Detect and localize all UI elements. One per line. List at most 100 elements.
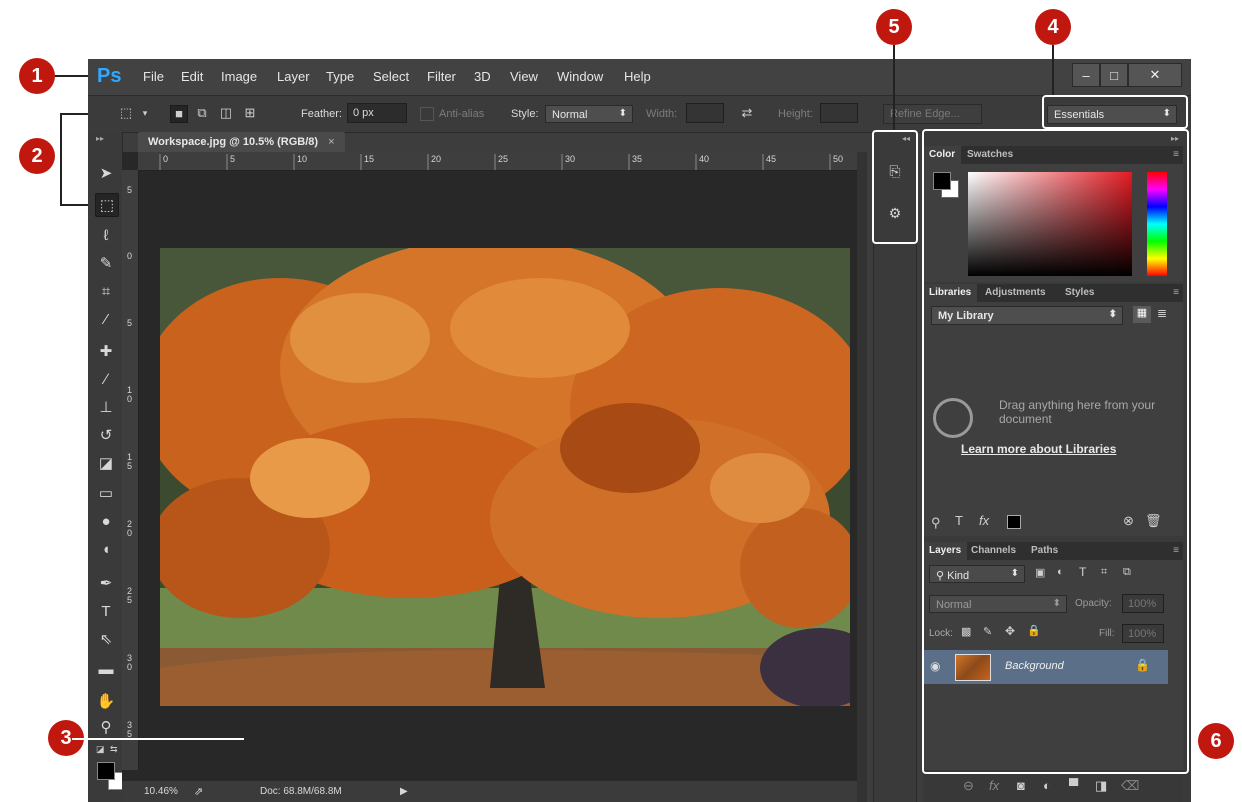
menu-help[interactable]: Help [624, 69, 651, 84]
photoshop-logo: Ps [97, 65, 122, 87]
menu-file[interactable]: File [143, 69, 164, 84]
marquee-icon[interactable]: ⬚ [95, 193, 119, 217]
tools-panel: ▸▸ ➤ ⬚ ℓ ✎ ⌗ ⁄ ✚ ∕ ⊥ ↺ ◪ ▭ ● ◖ ✒ T ⇖ ▬ ✋… [88, 132, 126, 802]
swap-icon[interactable]: ⇄ [739, 105, 755, 121]
eyedropper-icon[interactable]: ⁄ [95, 308, 117, 330]
ruler-label: 1 5 [127, 452, 133, 471]
lasso-icon[interactable]: ℓ [95, 224, 117, 246]
clone-stamp-icon[interactable]: ⊥ [95, 396, 117, 418]
style-select-value: Normal [552, 109, 588, 121]
subtract-from-selection-icon[interactable]: ◫ [218, 105, 234, 121]
refine-edge-button[interactable]: Refine Edge... [883, 104, 982, 124]
callout-2-bracket [60, 113, 62, 206]
canvas-image[interactable] [160, 248, 850, 706]
move-icon[interactable]: ➤ [95, 162, 117, 184]
callout-1-line [55, 75, 88, 77]
eraser-icon[interactable]: ◪ [95, 452, 117, 474]
menu-filter[interactable]: Filter [427, 69, 456, 84]
trash-icon[interactable]: ⌫ [1121, 778, 1139, 794]
callout-4-line [1052, 45, 1054, 95]
ruler-label: 5 [230, 154, 236, 164]
callout-2: 2 [19, 138, 55, 174]
ruler-label: 1 0 [127, 385, 133, 404]
quick-select-icon[interactable]: ✎ [95, 252, 117, 274]
dodge-icon[interactable]: ◖ [95, 538, 117, 560]
adjustment-layer-icon[interactable]: ◐ [1043, 778, 1051, 793]
ruler-label: 25 [498, 154, 509, 164]
layer-style-icon[interactable]: fx [989, 778, 999, 793]
chevron-down-icon[interactable]: ▾ [137, 105, 153, 121]
crop-icon[interactable]: ⌗ [95, 280, 117, 302]
hand-icon[interactable]: ✋ [95, 690, 117, 712]
callout-5: 5 [876, 9, 912, 45]
type-icon[interactable]: T [95, 600, 117, 622]
menu-edit[interactable]: Edit [181, 69, 203, 84]
ruler-label: 30 [565, 154, 576, 164]
vertical-ruler: 5 0 5 1 0 1 5 2 0 2 5 3 0 3 5 [122, 170, 139, 770]
ruler-label: 0 [163, 154, 169, 164]
ruler-label: 15 [364, 154, 375, 164]
close-button[interactable]: ✕ [1128, 63, 1182, 87]
ruler-label: 5 [127, 185, 133, 195]
width-input[interactable] [686, 103, 724, 123]
layer-mask-icon[interactable]: ◙ [1017, 778, 1025, 793]
document-tab[interactable]: Workspace.jpg @ 10.5% (RGB/8) × [138, 132, 345, 152]
menu-select[interactable]: Select [373, 69, 409, 84]
antialias-checkbox[interactable] [420, 107, 434, 121]
height-label: Height: [778, 108, 813, 120]
link-layers-icon[interactable]: ⊖ [963, 778, 974, 794]
zoom-level[interactable]: 10.46% [144, 786, 178, 797]
status-menu-arrow-icon[interactable]: ▶ [400, 786, 408, 797]
history-brush-icon[interactable]: ↺ [95, 424, 117, 446]
rectangle-icon[interactable]: ▬ [95, 658, 117, 680]
callout-4: 4 [1035, 9, 1071, 45]
brush-icon[interactable]: ∕ [95, 368, 117, 390]
minimize-button[interactable]: – [1072, 63, 1100, 87]
collapse-icon[interactable]: ▸▸ [96, 134, 104, 143]
close-tab-icon[interactable]: × [328, 136, 334, 148]
ruler-label: 2 0 [127, 519, 133, 538]
callout-1: 1 [19, 58, 55, 94]
document-title: Workspace.jpg @ 10.5% (RGB/8) [148, 136, 319, 148]
swap-colors-icon[interactable]: ⇆ [110, 744, 118, 755]
vertical-scrollbar[interactable] [857, 152, 867, 802]
new-layer-icon[interactable]: ◨ [1095, 778, 1107, 794]
callout-3-line [72, 738, 244, 740]
callout-2-bracket-top [60, 113, 88, 115]
menu-image[interactable]: Image [221, 69, 257, 84]
menu-layer[interactable]: Layer [277, 69, 310, 84]
menu-3d[interactable]: 3D [474, 69, 491, 84]
feather-label: Feather: [301, 108, 342, 120]
marquee-tool-preset-icon[interactable]: ⬚ [118, 105, 134, 121]
zoom-icon[interactable]: ⚲ [95, 716, 117, 738]
menu-view[interactable]: View [510, 69, 538, 84]
default-colors-icon[interactable]: ◪ [96, 744, 105, 755]
doc-size: Doc: 68.8M/68.8M [260, 786, 342, 797]
pen-icon[interactable]: ✒ [95, 572, 117, 594]
options-bar: ⬚ ▾ ■ ⧉ ◫ ⊞ Feather: 0 px Anti-alias Sty… [88, 95, 1191, 133]
width-label: Width: [646, 108, 678, 120]
antialias-label: Anti-alias [439, 108, 485, 120]
callout-4-box [1042, 95, 1188, 129]
style-select[interactable]: Normal ⬍ [545, 105, 633, 123]
ruler-label: 20 [431, 154, 442, 164]
menu-type[interactable]: Type [326, 69, 354, 84]
menu-window[interactable]: Window [557, 69, 603, 84]
callout-5-line [893, 45, 895, 130]
new-selection-icon[interactable]: ■ [170, 105, 188, 123]
feather-input[interactable]: 0 px [347, 103, 407, 123]
foreground-color-swatch[interactable] [97, 762, 115, 780]
add-to-selection-icon[interactable]: ⧉ [194, 105, 210, 121]
ruler-label: 35 [632, 154, 643, 164]
autumn-tree-photo [160, 248, 850, 706]
callout-5-box [872, 130, 918, 244]
maximize-button[interactable]: □ [1100, 63, 1128, 87]
share-icon[interactable]: ⇗ [194, 785, 203, 798]
path-selection-icon[interactable]: ⇖ [95, 628, 117, 650]
healing-brush-icon[interactable]: ✚ [95, 340, 117, 362]
new-group-icon[interactable]: ▀ [1069, 778, 1078, 793]
gradient-icon[interactable]: ▭ [95, 482, 117, 504]
blur-icon[interactable]: ● [95, 510, 117, 532]
height-input[interactable] [820, 103, 858, 123]
intersect-selection-icon[interactable]: ⊞ [242, 105, 258, 121]
